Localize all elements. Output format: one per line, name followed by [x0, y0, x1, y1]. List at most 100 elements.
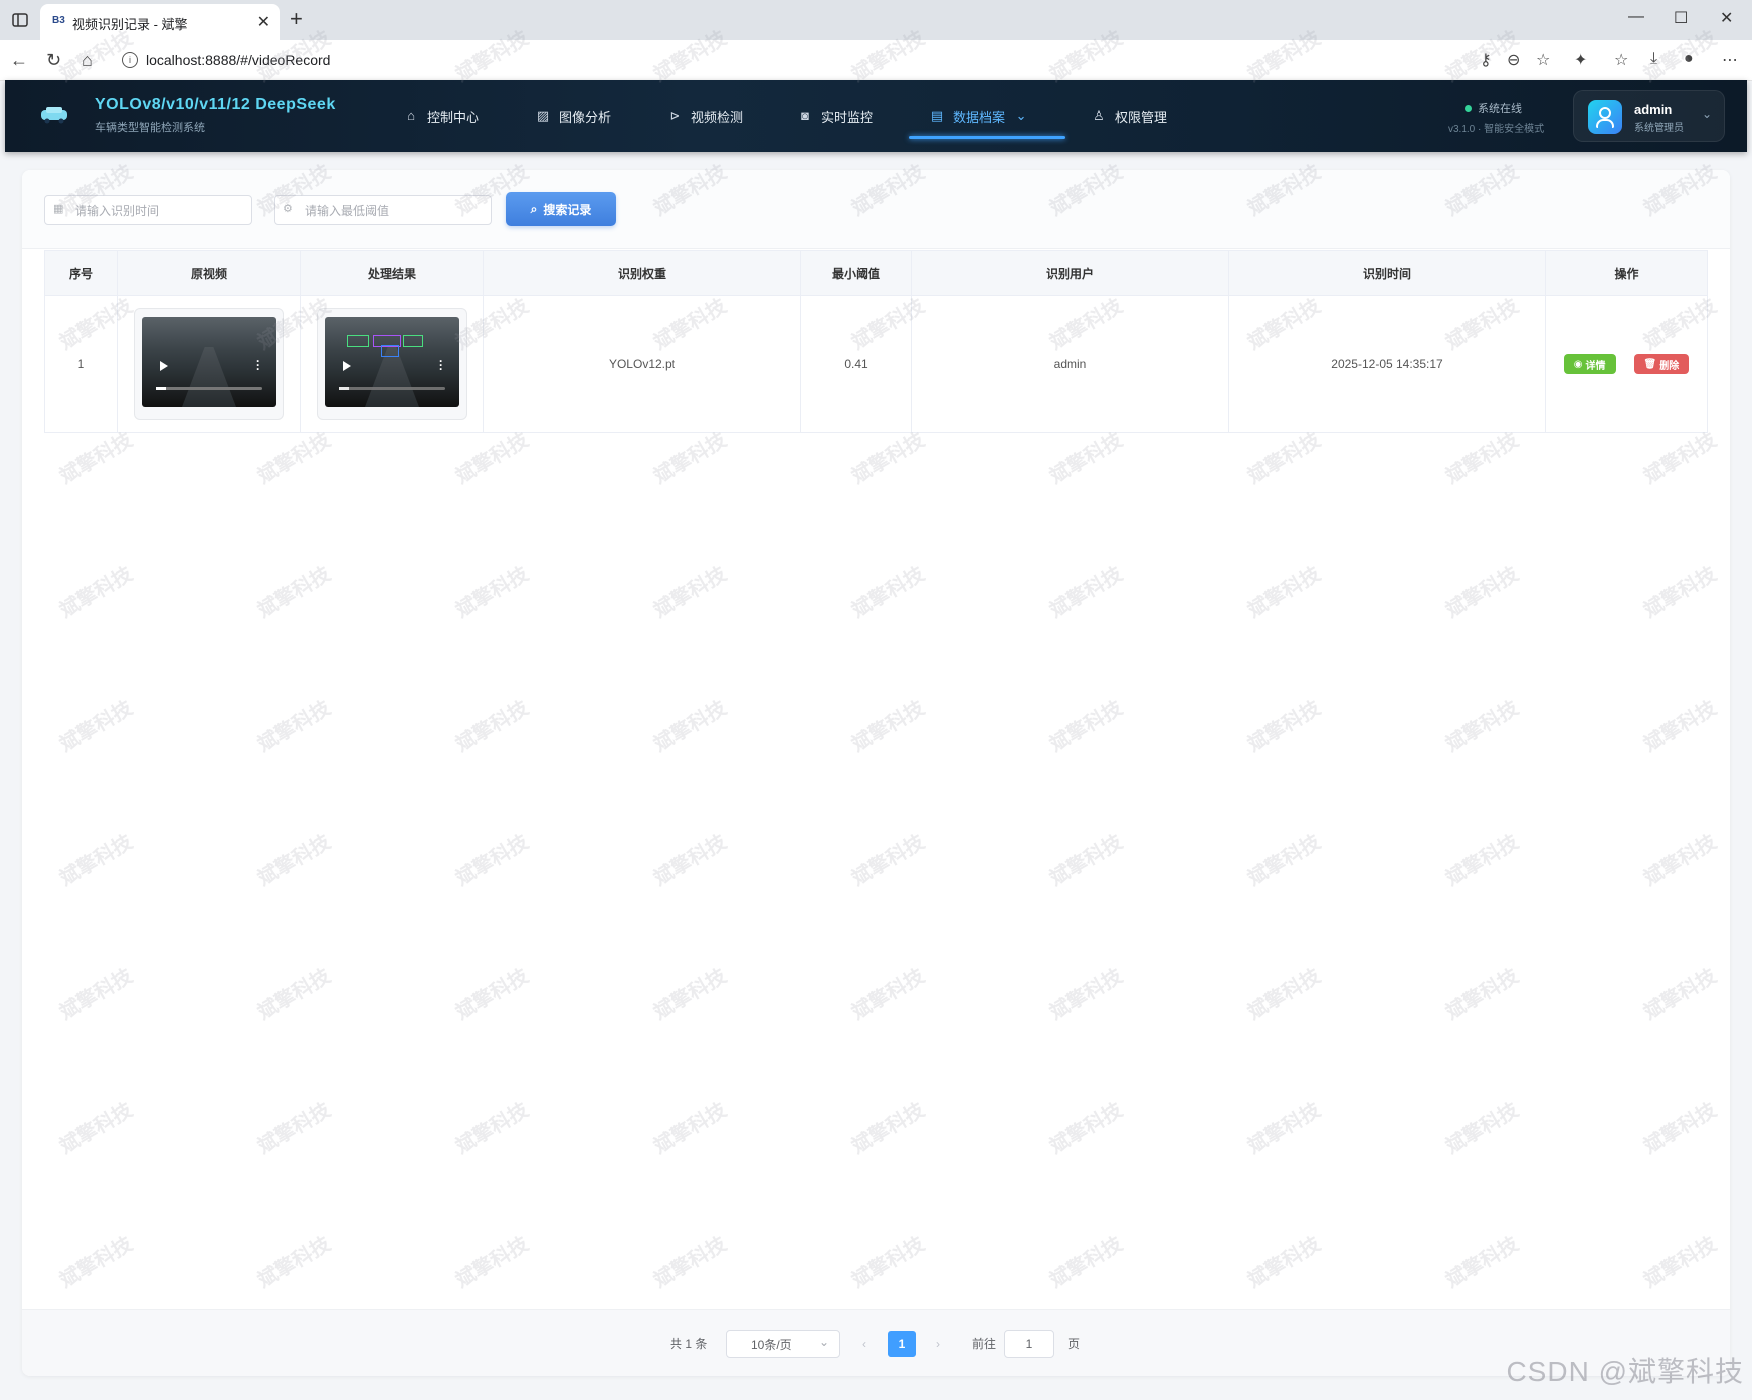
next-page-icon[interactable]: › [936, 1330, 940, 1358]
reload-icon[interactable]: ↻ [46, 50, 61, 70]
play-icon[interactable] [160, 361, 168, 371]
url-field[interactable]: i localhost:8888/#/videoRecord [112, 46, 1452, 74]
more-vertical-icon[interactable]: · · · [256, 355, 260, 375]
nav-label: 数据档案 [953, 109, 1006, 125]
delete-button[interactable]: 🗑 删除 [1633, 354, 1690, 374]
favorite-star-icon[interactable]: ☆ [1536, 50, 1550, 70]
row-user: admin [911, 295, 1229, 433]
col-user: 识别用户 [911, 250, 1229, 296]
detection-box [403, 335, 423, 347]
camera-icon: ◙ [801, 108, 809, 123]
nav-data-archive[interactable]: ▤ 数据档案 ⌄ [929, 80, 1029, 152]
video-frame: · · · [142, 317, 276, 407]
pagination-bar: 共 1 条 10条/页 ⌄ ‹ 1 › 前往 1 页 [22, 1309, 1730, 1376]
play-circle-icon: ⊳ [669, 108, 681, 123]
time-search-input[interactable]: ▦ 请输入识别时间 [44, 195, 252, 225]
col-source-video: 原视频 [117, 250, 301, 296]
goto-label: 前往 [972, 1337, 997, 1351]
nav-label: 控制中心 [427, 109, 480, 125]
row-actions: ◉ 详情 🗑 删除 [1545, 295, 1708, 433]
nav-realtime-monitor[interactable]: ◙ 实时监控 [797, 80, 873, 152]
row-time: 2025-12-05 14:35:17 [1228, 295, 1546, 433]
search-icon: ⌕ [530, 201, 538, 216]
eye-icon: ◉ [1573, 358, 1583, 370]
nav-image-analysis[interactable]: ▨ 图像分析 [535, 80, 611, 152]
user-menu[interactable]: admin 系统管理员 ⌄ [1573, 90, 1725, 142]
csdn-credit: CSDN @斌擎科技 [1506, 1356, 1744, 1387]
road-shape [182, 347, 236, 407]
nav-label: 实时监控 [821, 109, 874, 125]
minimize-icon[interactable]: — [1628, 8, 1644, 26]
more-menu-icon[interactable]: ⋯ [1722, 50, 1738, 70]
record-card: ▦ 请输入识别时间 ⚙ 请输入最低阈值 ⌕ 搜索记录 序号 原视频 处理结果 识… [22, 170, 1730, 1376]
status-dot-icon [1465, 105, 1472, 112]
site-info-icon[interactable]: i [122, 52, 138, 68]
trash-icon: 🗑 [1643, 358, 1657, 370]
goto-page-input[interactable]: 1 [1004, 1330, 1054, 1358]
chevron-down-icon: ⌄ [1015, 108, 1027, 123]
threshold-search-input[interactable]: ⚙ 请输入最低阈值 [274, 195, 492, 225]
detail-label: 详情 [1585, 360, 1606, 372]
col-index: 序号 [44, 250, 118, 296]
table-row: 1 · · · · · · YOLOv12.pt 0.41 admin 2025… [44, 295, 1708, 433]
source-video-player[interactable]: · · · [134, 308, 284, 420]
detection-box [381, 345, 399, 357]
download-icon[interactable]: ⤓ [1650, 50, 1657, 68]
status-text: 系统在线 [1478, 103, 1522, 115]
col-weight: 识别权重 [483, 250, 801, 296]
page-size-select[interactable]: 10条/页 ⌄ [726, 1330, 840, 1358]
video-progress-bar[interactable] [156, 387, 262, 390]
video-progress-bar[interactable] [339, 387, 445, 390]
avatar [1588, 100, 1622, 134]
time-placeholder: 请输入识别时间 [75, 204, 160, 218]
nav-permission-management[interactable]: ♙ 权限管理 [1091, 80, 1167, 152]
zoom-icon[interactable]: ⊖ [1507, 50, 1520, 70]
favorites-list-icon[interactable]: ☆ [1614, 50, 1628, 70]
row-index: 1 [44, 295, 118, 433]
password-key-icon[interactable]: ⚷ [1480, 50, 1492, 70]
new-tab-icon[interactable]: + [290, 8, 303, 30]
app-header: YOLOv8/v10/v11/12 DeepSeek 车辆类型智能检测系统 ⌂ … [5, 80, 1747, 152]
calendar-icon: ▦ [53, 203, 64, 215]
result-video-cell: · · · [300, 295, 484, 433]
search-bar: ▦ 请输入识别时间 ⚙ 请输入最低阈值 ⌕ 搜索记录 [22, 170, 1730, 249]
chevron-down-icon: ⌄ [1702, 107, 1713, 121]
maximize-icon[interactable]: ☐ [1674, 8, 1688, 28]
extensions-icon[interactable]: ✦ [1574, 50, 1587, 70]
prev-page-icon[interactable]: ‹ [862, 1330, 866, 1358]
sidebar-toggle-icon[interactable] [10, 10, 30, 30]
close-tab-icon[interactable]: ✕ [257, 12, 270, 32]
page-size-value: 10条/页 [751, 1338, 792, 1352]
page-number-current[interactable]: 1 [888, 1331, 916, 1357]
system-status: 系统在线 [1465, 100, 1522, 116]
video-frame: · · · [325, 317, 459, 407]
nav-video-detection[interactable]: ⊳ 视频检测 [667, 80, 743, 152]
profile-icon[interactable]: ● [1684, 50, 1694, 68]
nav-active-indicator [909, 136, 1065, 139]
user-name: admin [1634, 102, 1673, 117]
detail-button[interactable]: ◉ 详情 [1563, 354, 1616, 374]
result-video-player[interactable]: · · · [317, 308, 467, 420]
document-icon: ▤ [930, 108, 944, 123]
browser-tab[interactable]: B3 视频识别记录 - 斌擎 ✕ [40, 4, 280, 40]
tab-title: 视频识别记录 - 斌擎 [72, 17, 188, 32]
record-table: 序号 原视频 处理结果 识别权重 最小阈值 识别用户 识别时间 操作 1 · ·… [44, 250, 1708, 433]
image-icon: ▨ [536, 108, 550, 123]
favicon-icon: B3 [52, 15, 65, 26]
user-icon: ♙ [1093, 108, 1105, 123]
back-icon[interactable]: ← [10, 50, 28, 70]
close-window-icon[interactable]: ✕ [1720, 8, 1733, 28]
home-icon: ⌂ [407, 108, 415, 123]
col-threshold: 最小阈值 [800, 250, 912, 296]
play-icon[interactable] [343, 361, 351, 371]
home-icon[interactable]: ⌂ [82, 50, 93, 70]
source-video-cell: · · · [117, 295, 301, 433]
page-suffix: 页 [1068, 1337, 1081, 1351]
nav-label: 权限管理 [1115, 109, 1168, 125]
threshold-placeholder: 请输入最低阈值 [305, 204, 390, 218]
chevron-down-icon: ⌄ [818, 1335, 829, 1349]
col-actions: 操作 [1545, 250, 1708, 296]
nav-control-center[interactable]: ⌂ 控制中心 [403, 80, 479, 152]
search-button[interactable]: ⌕ 搜索记录 [506, 192, 616, 226]
more-vertical-icon[interactable]: · · · [439, 355, 443, 375]
